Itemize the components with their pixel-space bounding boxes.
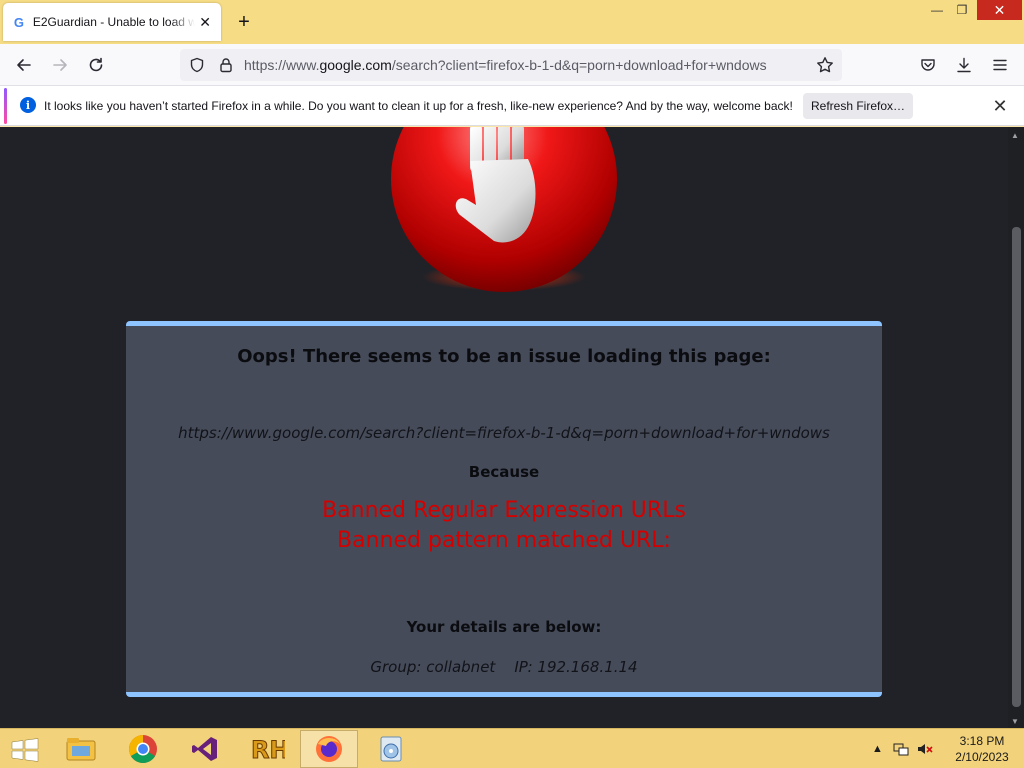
back-arrow-icon[interactable] (11, 52, 37, 78)
error-panel: Oops! There seems to be an issue loading… (126, 321, 882, 697)
clock-date: 2/10/2023 (955, 750, 1009, 764)
tab-close-icon[interactable]: ✕ (197, 14, 213, 30)
navigation-toolbar: https://www.google.com/search?client=fir… (0, 44, 1024, 86)
system-clock[interactable]: 3:18 PM 2/10/2023 (950, 733, 1014, 765)
clock-time: 3:18 PM (959, 734, 1005, 748)
url-text: https://www.google.com/search?client=fir… (244, 57, 767, 73)
address-bar[interactable]: https://www.google.com/search?client=fir… (180, 49, 842, 81)
windows-start-icon[interactable] (6, 735, 44, 765)
notification-message: It looks like you haven’t started Firefo… (44, 99, 793, 113)
page-scrollbar[interactable]: ▲ ▼ (1008, 127, 1024, 728)
tray-expand-icon[interactable]: ▲ (872, 743, 883, 755)
notification-accent-bar (4, 88, 7, 124)
new-tab-button[interactable]: + (232, 10, 256, 34)
bookmark-star-icon[interactable] (812, 52, 838, 78)
scroll-up-arrow-icon[interactable]: ▲ (1011, 131, 1019, 140)
chrome-taskbar-icon[interactable] (114, 730, 172, 768)
app-installer-taskbar-icon[interactable] (362, 730, 420, 768)
details-heading: Your details are below: (406, 618, 602, 636)
block-reason-category: Banned Regular Expression URLs (322, 498, 686, 523)
forward-arrow-icon[interactable] (47, 52, 73, 78)
tab-title: E2Guardian - Unable to load web page (32, 15, 196, 29)
because-label: Because (468, 463, 540, 481)
tracking-protection-shield-icon[interactable] (184, 52, 210, 78)
file-explorer-taskbar-icon[interactable] (52, 730, 110, 768)
tab-strip: G E2Guardian - Unable to load web page ✕… (0, 0, 1024, 44)
stop-hand-icon (391, 127, 617, 292)
notification-close-icon[interactable]: ✕ (990, 96, 1010, 116)
scrollbar-thumb[interactable] (1012, 227, 1021, 707)
hamburger-menu-icon[interactable] (987, 52, 1013, 78)
refresh-firefox-notification: i It looks like you haven’t started Fire… (0, 86, 1024, 126)
reload-icon[interactable] (83, 52, 109, 78)
system-tray: ▲ (872, 729, 933, 768)
visual-studio-taskbar-icon[interactable] (176, 730, 234, 768)
lock-icon[interactable] (213, 52, 239, 78)
firefox-taskbar-icon[interactable] (300, 730, 358, 768)
block-page: Oops! There seems to be an issue loading… (0, 127, 1008, 728)
tab-e2guardian[interactable]: G E2Guardian - Unable to load web page ✕ (3, 3, 221, 41)
scroll-down-arrow-icon[interactable]: ▼ (1011, 717, 1019, 726)
error-heading: Oops! There seems to be an issue loading… (237, 346, 771, 367)
volume-muted-icon[interactable] (917, 742, 933, 756)
google-favicon-icon: G (13, 14, 24, 30)
close-window-button[interactable]: ✕ (977, 0, 1022, 20)
refresh-firefox-button[interactable]: Refresh Firefox… (803, 93, 913, 119)
svg-text:RH: RH (251, 736, 285, 763)
windows-taskbar: RH ▲ 3:18 PM 2/10/2023 (0, 728, 1024, 768)
downloads-icon[interactable] (951, 52, 977, 78)
pocket-icon[interactable] (915, 52, 941, 78)
network-icon[interactable] (893, 742, 909, 756)
block-reason-detail: Banned pattern matched URL: (337, 528, 671, 553)
rh-app-taskbar-icon[interactable]: RH (238, 730, 296, 768)
blocked-url: https://www.google.com/search?client=fir… (178, 424, 830, 442)
user-details: Group: collabnet IP: 192.168.1.14 (370, 658, 638, 676)
maximize-button[interactable]: ❐ (946, 0, 978, 20)
info-icon: i (20, 97, 36, 113)
